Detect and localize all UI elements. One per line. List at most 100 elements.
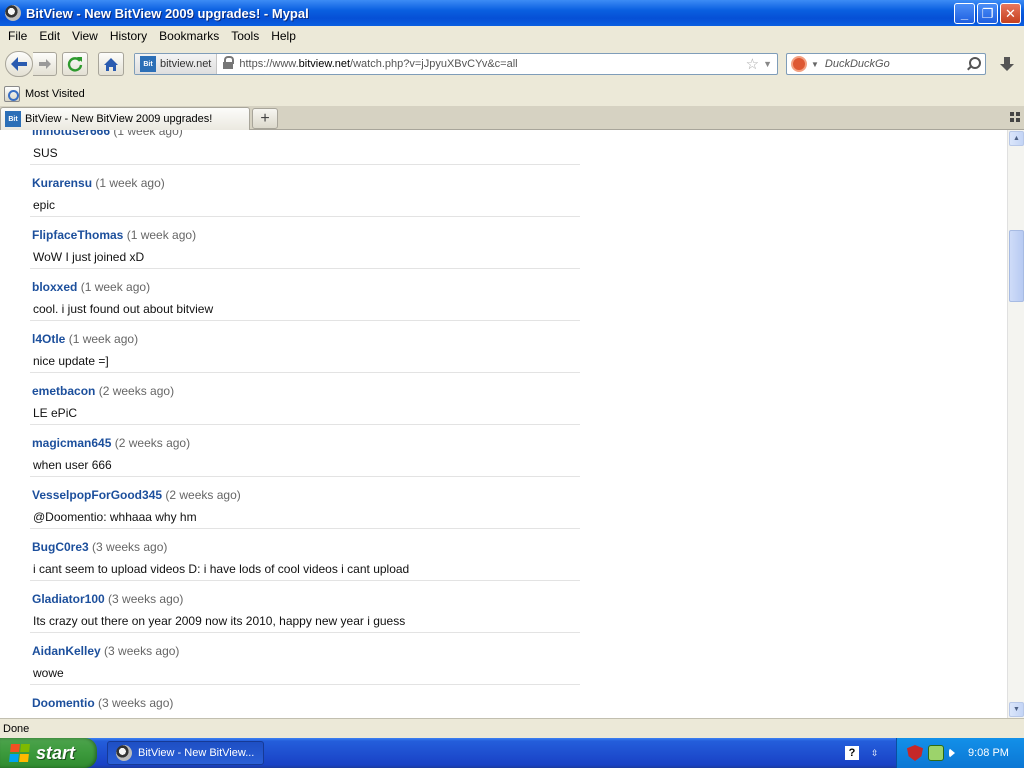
search-icon[interactable] xyxy=(966,57,981,71)
taskbar-item-mypal[interactable]: BitView - New BitView... xyxy=(107,741,264,765)
close-button[interactable]: ✕ xyxy=(1000,3,1021,24)
network-icon[interactable] xyxy=(928,745,944,761)
comment-age: (2 weeks ago) xyxy=(165,488,241,502)
maximize-button[interactable]: ❐ xyxy=(977,3,998,24)
comment-username-link[interactable]: AidanKelley xyxy=(32,644,101,658)
menu-tools[interactable]: Tools xyxy=(225,29,265,43)
comment-item: BugC0re3 (3 weeks ago) i cant seem to upl… xyxy=(30,529,580,581)
comment-age: (3 weeks ago) xyxy=(104,644,180,658)
tab-strip: Bit BitView - New BitView 2009 upgrades!… xyxy=(0,106,1024,130)
comment-text: wowe xyxy=(33,666,64,680)
menu-edit[interactable]: Edit xyxy=(33,29,66,43)
mypal-app-icon[interactable] xyxy=(5,5,21,21)
page-content[interactable]: imnotuser666 (1 week ago) SUS Kurarensu (1… xyxy=(0,130,1007,718)
most-visited-icon[interactable] xyxy=(4,86,20,102)
comment-age: (3 weeks ago) xyxy=(108,592,184,606)
comment-age: (2 weeks ago) xyxy=(98,384,175,398)
comment-username-link[interactable]: Gladiator100 xyxy=(32,592,105,606)
comment-item: l4Otle (1 week ago) nice update =] xyxy=(30,321,580,373)
help-icon[interactable]: ? xyxy=(845,746,859,760)
tray-expand-icon[interactable]: ⇳ xyxy=(871,748,883,758)
comment-age: (3 weeks ago) xyxy=(98,696,174,710)
downloads-button[interactable] xyxy=(994,52,1020,76)
scroll-thumb[interactable] xyxy=(1009,230,1024,302)
forward-arrow-icon xyxy=(38,59,51,69)
download-arrow-icon xyxy=(1000,57,1014,71)
comment-username-link[interactable]: bloxxed xyxy=(32,280,77,294)
menu-file[interactable]: File xyxy=(2,29,33,43)
comment-username-link[interactable]: BugC0re3 xyxy=(32,540,89,554)
window-title: BitView - New BitView 2009 upgrades! - M… xyxy=(26,5,309,21)
comment-username-link[interactable]: imnotuser666 xyxy=(32,130,110,138)
most-visited-bookmark[interactable]: Most Visited xyxy=(25,88,85,100)
menu-history[interactable]: History xyxy=(104,29,153,43)
comment-item: VesselpopForGood345 (2 weeks ago) @Doomen… xyxy=(30,477,580,529)
url-text[interactable]: https://www.bitview.net/watch.php?v=jJpy… xyxy=(239,58,745,70)
comment-text: WoW I just joined xD xyxy=(33,250,145,264)
vertical-scrollbar[interactable]: ▲ ▼ xyxy=(1007,130,1024,718)
back-button[interactable] xyxy=(5,51,33,77)
home-button[interactable] xyxy=(98,52,124,76)
menu-view[interactable]: View xyxy=(66,29,104,43)
comment-item: FlipfaceThomas (1 week ago) WoW I just jo… xyxy=(30,217,580,269)
comment-username-link[interactable]: FlipfaceThomas xyxy=(32,228,123,242)
tab-title: BitView - New BitView 2009 upgrades! xyxy=(25,113,213,125)
menu-help[interactable]: Help xyxy=(265,29,302,43)
bookmark-star-icon[interactable]: ☆ xyxy=(746,55,759,73)
start-label: start xyxy=(36,742,76,763)
address-bar[interactable]: Bit bitview.net https://www.bitview.net/… xyxy=(134,53,778,75)
tab-bitview[interactable]: Bit BitView - New BitView 2009 upgrades! xyxy=(0,107,250,130)
start-button[interactable]: start xyxy=(0,738,97,768)
mypal-app-icon xyxy=(116,745,132,761)
search-engine-dropdown-icon[interactable]: ▼ xyxy=(811,60,819,69)
comment-username-link[interactable]: VesselpopForGood345 xyxy=(32,488,162,502)
search-bar[interactable]: ▼ DuckDuckGo xyxy=(786,53,986,75)
comment-header: Kurarensu (1 week ago) xyxy=(32,176,165,190)
comment-header: AidanKelley (3 weeks ago) xyxy=(32,644,179,658)
comment-text: epic xyxy=(33,198,56,212)
comment-text: cool. i just found out about bitview xyxy=(33,302,214,316)
clock[interactable]: 9:08 PM xyxy=(968,747,1009,759)
navigation-toolbar: Bit bitview.net https://www.bitview.net/… xyxy=(0,46,1024,82)
comment-username-link[interactable]: emetbacon xyxy=(32,384,95,398)
volume-icon[interactable] xyxy=(949,748,955,758)
comment-text: @Doomentio: whhaaa why hm xyxy=(33,510,197,524)
minimize-button[interactable]: _ xyxy=(954,3,975,24)
comment-username-link[interactable]: l4Otle xyxy=(32,332,65,346)
comment-item: Gladiator100 (3 weeks ago) Its crazy out … xyxy=(30,581,580,633)
url-prefix: https://www. xyxy=(239,58,299,70)
reload-button[interactable] xyxy=(62,52,88,76)
scroll-up-button[interactable]: ▲ xyxy=(1009,131,1024,146)
home-icon xyxy=(104,57,118,71)
lock-icon xyxy=(223,56,235,69)
comment-text: nice update =] xyxy=(33,354,109,368)
title-bar[interactable]: BitView - New BitView 2009 upgrades! - M… xyxy=(0,0,1024,26)
comment-list: imnotuser666 (1 week ago) SUS Kurarensu (1… xyxy=(30,130,580,718)
url-path: /watch.php?v=jJpyuXBvCYv&c=all xyxy=(350,58,518,70)
site-identity-button[interactable]: Bit bitview.net xyxy=(135,54,218,74)
comment-item: AidanKelley (3 weeks ago) wowe xyxy=(30,633,580,685)
search-placeholder[interactable]: DuckDuckGo xyxy=(825,58,966,70)
comment-header: Doomentio (3 weeks ago) xyxy=(32,696,173,710)
duckduckgo-icon[interactable] xyxy=(791,56,807,72)
comment-age: (3 weeks ago) xyxy=(92,540,168,554)
comment-header: magicman645 (2 weeks ago) xyxy=(32,436,190,450)
security-shield-icon[interactable] xyxy=(907,745,923,761)
comment-header: imnotuser666 (1 week ago) xyxy=(32,130,183,138)
comment-age: (2 weeks ago) xyxy=(114,436,191,450)
comment-item: Kurarensu (1 week ago) epic xyxy=(30,165,580,217)
comment-header: Gladiator100 (3 weeks ago) xyxy=(32,592,183,606)
forward-button[interactable] xyxy=(33,52,57,76)
comment-age: (1 week ago) xyxy=(95,176,165,190)
comment-item: Doomentio (3 weeks ago) xyxy=(30,685,580,718)
comment-username-link[interactable]: magicman645 xyxy=(32,436,111,450)
url-dropdown-icon[interactable]: ▼ xyxy=(763,59,772,69)
comment-username-link[interactable]: Doomentio xyxy=(32,696,95,710)
comment-text: LE ePiC xyxy=(33,406,78,420)
new-tab-button[interactable]: + xyxy=(252,108,278,129)
comment-text: Its crazy out there on year 2009 now its… xyxy=(33,614,406,628)
comment-username-link[interactable]: Kurarensu xyxy=(32,176,92,190)
all-tabs-icon[interactable] xyxy=(1010,112,1020,122)
scroll-down-button[interactable]: ▼ xyxy=(1009,702,1024,717)
menu-bookmarks[interactable]: Bookmarks xyxy=(153,29,225,43)
